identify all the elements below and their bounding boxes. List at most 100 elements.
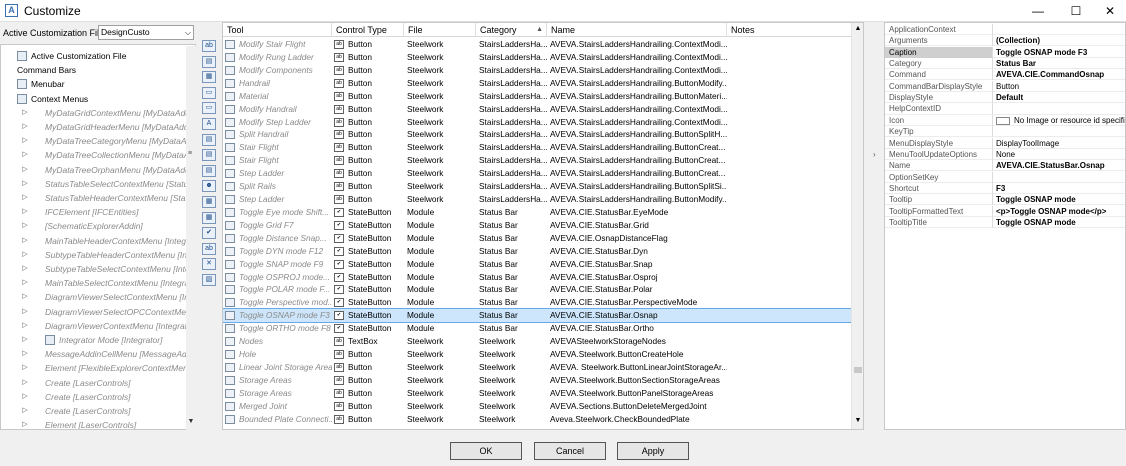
table-row[interactable]: Toggle Perspective mod... ✔ StateButton Mod…: [223, 296, 851, 309]
ok-button[interactable]: OK: [450, 442, 522, 460]
tool-type-icon[interactable]: ▤: [202, 164, 216, 177]
collapsed-arrow-icon[interactable]: ▷: [21, 290, 29, 304]
tree-item[interactable]: ▷ Integrator Mode [Integrator]: [1, 333, 187, 347]
tools-grid[interactable]: Tool Control Type File Category ▲ Name No…: [222, 22, 864, 430]
collapsed-arrow-icon[interactable]: ▷: [21, 262, 29, 276]
tool-type-icon[interactable]: ✔: [202, 227, 216, 240]
property-row[interactable]: TooltipFormattedText <p>Toggle OSNAP mode…: [885, 205, 1125, 217]
collapsed-arrow-icon[interactable]: ▷: [21, 418, 29, 429]
tree-item[interactable]: ▷ [SchematicExplorerAddin]: [1, 219, 187, 233]
scroll-down-icon[interactable]: ▼: [852, 417, 863, 424]
tool-type-icon[interactable]: ▤: [202, 133, 216, 146]
collapsed-arrow-icon[interactable]: ▷: [21, 305, 29, 319]
table-row[interactable]: Toggle SNAP mode F9 ✔ StateButton Module Sta…: [223, 258, 851, 271]
tree-item[interactable]: ▷ MainTableSelectContextMenu [Integra: [1, 276, 189, 290]
tree-item[interactable]: ▷ MyDataTreeOrphanMenu [MyDataAdd: [1, 163, 190, 177]
expanded-arrow-icon[interactable]: ◢: [0, 92, 1, 106]
tree-item[interactable]: ▷ IFCElement [IFCEntities]: [1, 205, 187, 219]
table-row[interactable]: Hole ab Button Steelwork Steelwork AVEVA.Stee…: [223, 348, 851, 361]
table-row[interactable]: Toggle POLAR mode F... ✔ StateButton Module…: [223, 283, 851, 296]
collapsed-arrow-icon[interactable]: ▷: [21, 205, 29, 219]
property-value[interactable]: [994, 172, 1125, 183]
cancel-button[interactable]: Cancel: [534, 442, 606, 460]
table-row[interactable]: Modify Step Ladder ab Button Steelwork Stair…: [223, 116, 851, 129]
table-row[interactable]: Handrail ab Button Steelwork StairsLaddersHa…: [223, 77, 851, 90]
tree-item[interactable]: ◢ Context Menus: [1, 92, 187, 106]
column-header-name[interactable]: Name: [547, 23, 727, 37]
table-row[interactable]: Toggle Eye mode Shift... ✔ StateButton Modu…: [223, 206, 851, 219]
property-value[interactable]: Default: [994, 92, 1125, 103]
table-row[interactable]: Nodes ab TextBox Steelwork Steelwork AVEVASte…: [223, 335, 851, 348]
tree-item[interactable]: ▷ DiagramViewerSelectOPCContextMe: [1, 305, 187, 319]
table-row[interactable]: Toggle DYN mode F12 ✔ StateButton Module Sta…: [223, 245, 851, 258]
table-row[interactable]: Toggle OSNAP mode F3 ✔ StateButton Module St…: [223, 308, 852, 324]
collapsed-arrow-icon[interactable]: ▷: [21, 177, 29, 191]
scrollbar-thumb[interactable]: [854, 367, 862, 373]
tool-type-icon[interactable]: ☻: [202, 180, 216, 193]
property-row[interactable]: Tooltip Toggle OSNAP mode: [885, 194, 1125, 206]
collapsed-arrow-icon[interactable]: ▷: [21, 361, 29, 375]
tree-item[interactable]: ▷ MyDataGridHeaderMenu [MyDataAddi: [1, 120, 190, 134]
maximize-icon[interactable]: ☐: [1058, 0, 1094, 22]
tool-type-icon[interactable]: ab: [202, 40, 216, 52]
property-value[interactable]: (Collection): [994, 35, 1125, 46]
property-row[interactable]: HelpContextID: [885, 103, 1125, 115]
tool-type-icon[interactable]: A: [202, 118, 216, 130]
properties-grid[interactable]: ApplicationContext Arguments (Collection) C…: [884, 22, 1126, 430]
property-value[interactable]: DisplayToolImage: [994, 138, 1125, 149]
property-row[interactable]: Name AVEVA.CIE.StatusBar.Osnap: [885, 160, 1125, 172]
tree-item[interactable]: ▷ DiagramViewerContextMenu [Integrat: [1, 319, 187, 333]
table-row[interactable]: Bounded Plate Connecti... ab Button Steelwo…: [223, 413, 851, 426]
collapsed-arrow-icon[interactable]: ▷: [21, 120, 29, 134]
table-row[interactable]: Modify Handrail ab Button Steelwork StairsLa…: [223, 103, 851, 116]
property-row[interactable]: DisplayStyle Default: [885, 92, 1125, 104]
tree-item[interactable]: ▷ Element [FlexibleExplorerContextMen: [1, 361, 187, 375]
property-row[interactable]: KeyTip: [885, 126, 1125, 138]
property-value[interactable]: Button: [994, 81, 1125, 92]
scroll-down-icon[interactable]: ▼: [186, 418, 196, 425]
property-row[interactable]: OptionSetKey: [885, 171, 1125, 183]
column-header-file[interactable]: File: [404, 23, 476, 37]
tree-item[interactable]: ▷ StatusTableHeaderContextMenu [Stat: [1, 191, 188, 205]
tool-type-icon[interactable]: ✕: [202, 258, 216, 271]
tree-item[interactable]: ▷ SubtypeTableHeaderContextMenu [Int: [1, 248, 189, 262]
collapsed-arrow-icon[interactable]: ▷: [21, 106, 29, 120]
active-customization-file-select[interactable]: DesignCusto ⌵: [98, 25, 194, 40]
tree-item[interactable]: ▷ Element [LaserControls]: [1, 418, 187, 429]
tool-type-icon[interactable]: ▭: [202, 86, 216, 99]
table-row[interactable]: Storage Areas ab Button Steelwork Steelwork A…: [223, 374, 851, 387]
properties-collapse-bar[interactable]: ›: [868, 22, 884, 430]
property-value[interactable]: [994, 103, 1125, 114]
property-row[interactable]: MenuToolUpdateOptions None: [885, 148, 1125, 160]
table-row[interactable]: Linear Joint Storage Area ab Button Steelwo…: [223, 361, 851, 374]
apply-button[interactable]: Apply: [617, 442, 689, 460]
column-header-notes[interactable]: Notes: [727, 23, 851, 37]
table-row[interactable]: Merged Joint ab Button Steelwork Steelwork AV…: [223, 400, 851, 413]
column-header-control-type[interactable]: Control Type: [332, 23, 404, 37]
tree-item[interactable]: ▷ StatusTableSelectContextMenu [Statu: [1, 177, 188, 191]
tree-item[interactable]: ▷ Create [LaserControls]: [1, 390, 187, 404]
tool-type-icon[interactable]: ▦: [202, 211, 216, 224]
tree-item[interactable]: ▷ Create [LaserControls]: [1, 404, 187, 418]
chevron-right-icon[interactable]: ›: [873, 150, 876, 159]
collapsed-arrow-icon[interactable]: ▷: [21, 148, 29, 162]
collapsed-arrow-icon[interactable]: ▷: [21, 333, 29, 347]
collapsed-arrow-icon[interactable]: ▷: [21, 219, 29, 233]
property-row[interactable]: CommandBarDisplayStyle Button: [885, 80, 1125, 92]
collapsed-arrow-icon[interactable]: ▷: [21, 347, 29, 361]
tool-type-icon[interactable]: ▭: [202, 102, 216, 115]
scroll-up-icon[interactable]: ▲: [852, 25, 863, 32]
collapsed-arrow-icon[interactable]: ▷: [21, 376, 29, 390]
collapsed-arrow-icon[interactable]: ▷: [21, 234, 29, 248]
property-value[interactable]: [994, 24, 1125, 35]
collapsed-arrow-icon[interactable]: ▷: [21, 163, 29, 177]
property-row[interactable]: Arguments (Collection): [885, 35, 1125, 47]
table-row[interactable]: Toggle ORTHO mode F8 ✔ StateButton Module St…: [223, 322, 851, 335]
tree-item[interactable]: Command Bars: [1, 63, 187, 77]
property-row[interactable]: Icon No Image or resource id specified: [885, 114, 1125, 126]
collapsed-arrow-icon[interactable]: ▷: [21, 248, 29, 262]
property-row[interactable]: MenuDisplayStyle DisplayToolImage: [885, 137, 1125, 149]
table-row[interactable]: Toggle Grid F7 ✔ StateButton Module Status B…: [223, 219, 851, 232]
table-row[interactable]: Toggle OSPROJ mode... ✔ StateButton Module S…: [223, 271, 851, 284]
tree-item[interactable]: ▷ MyDataGridContextMenu [MyDataAdd: [1, 106, 190, 120]
